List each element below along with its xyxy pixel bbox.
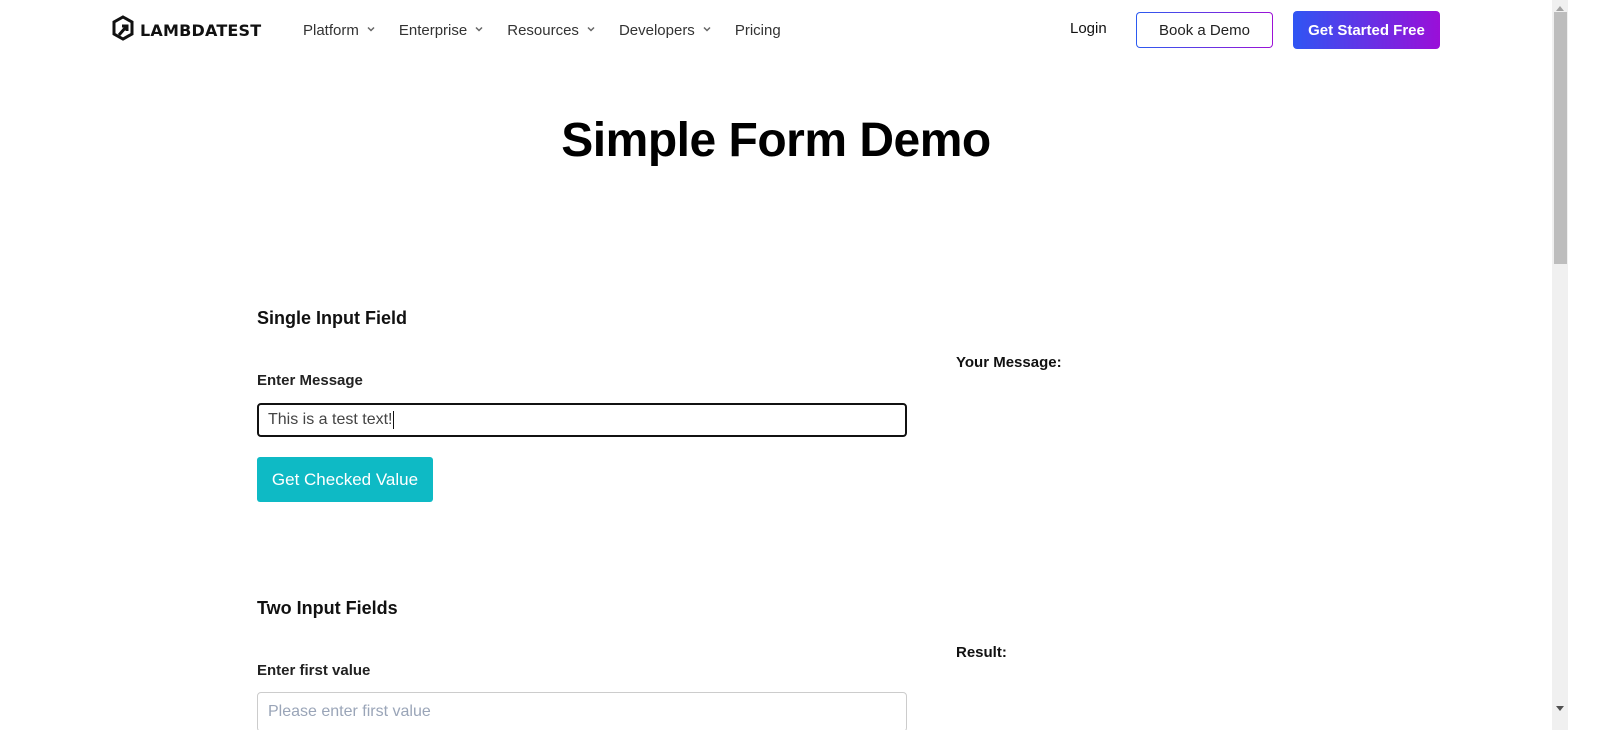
nav-item-enterprise[interactable]: Enterprise	[399, 20, 483, 40]
get-started-free-button[interactable]: Get Started Free	[1293, 11, 1440, 49]
logo-text: LAMBDATEST	[140, 20, 262, 40]
chevron-down-icon	[587, 25, 595, 33]
text-caret	[393, 411, 395, 429]
single-input-section-title: Single Input Field	[257, 308, 407, 328]
nav-item-developers[interactable]: Developers	[619, 20, 711, 40]
your-message-label: Your Message:	[956, 354, 1062, 371]
two-input-section-title: Two Input Fields	[257, 598, 398, 618]
nav-item-platform[interactable]: Platform	[303, 20, 375, 40]
window-edge	[1568, 0, 1600, 730]
message-input-value: This is a test text!	[268, 411, 393, 428]
nav-item-pricing[interactable]: Pricing	[735, 20, 781, 40]
nav-label: Resources	[507, 21, 579, 39]
enter-message-label: Enter Message	[257, 372, 363, 389]
book-demo-label: Book a Demo	[1137, 13, 1272, 47]
nav-label: Developers	[618, 21, 695, 39]
first-value-placeholder: Please enter first value	[268, 703, 431, 720]
nav-label: Pricing	[734, 21, 781, 39]
book-demo-button[interactable]: Book a Demo	[1136, 12, 1273, 48]
get-checked-value-button[interactable]: Get Checked Value	[257, 457, 433, 502]
nav-label: Enterprise	[398, 21, 468, 39]
scroll-down-arrow-icon[interactable]	[1552, 700, 1568, 716]
chevron-down-icon	[475, 25, 483, 33]
nav-item-resources[interactable]: Resources	[507, 20, 595, 40]
logo-icon	[111, 14, 135, 46]
main-nav: Platform Enterprise Resources Developers…	[303, 20, 805, 40]
first-value-input[interactable]: Please enter first value	[257, 692, 907, 730]
first-value-label: Enter first value	[257, 662, 371, 679]
chevron-down-icon	[367, 25, 375, 33]
scrollbar-thumb[interactable]	[1554, 12, 1567, 264]
vertical-scrollbar[interactable]	[1552, 0, 1568, 730]
lambdatest-logo[interactable]: LAMBDATEST	[111, 14, 262, 46]
chevron-down-icon	[703, 25, 711, 33]
message-input[interactable]: This is a test text!	[257, 403, 907, 437]
page-title: Simple Form Demo	[561, 114, 991, 167]
site-header: LAMBDATEST Platform Enterprise Resources…	[0, 0, 1552, 60]
result-label: Result:	[956, 644, 1007, 661]
nav-label: Platform	[303, 21, 359, 39]
login-link[interactable]: Login	[1070, 20, 1107, 37]
